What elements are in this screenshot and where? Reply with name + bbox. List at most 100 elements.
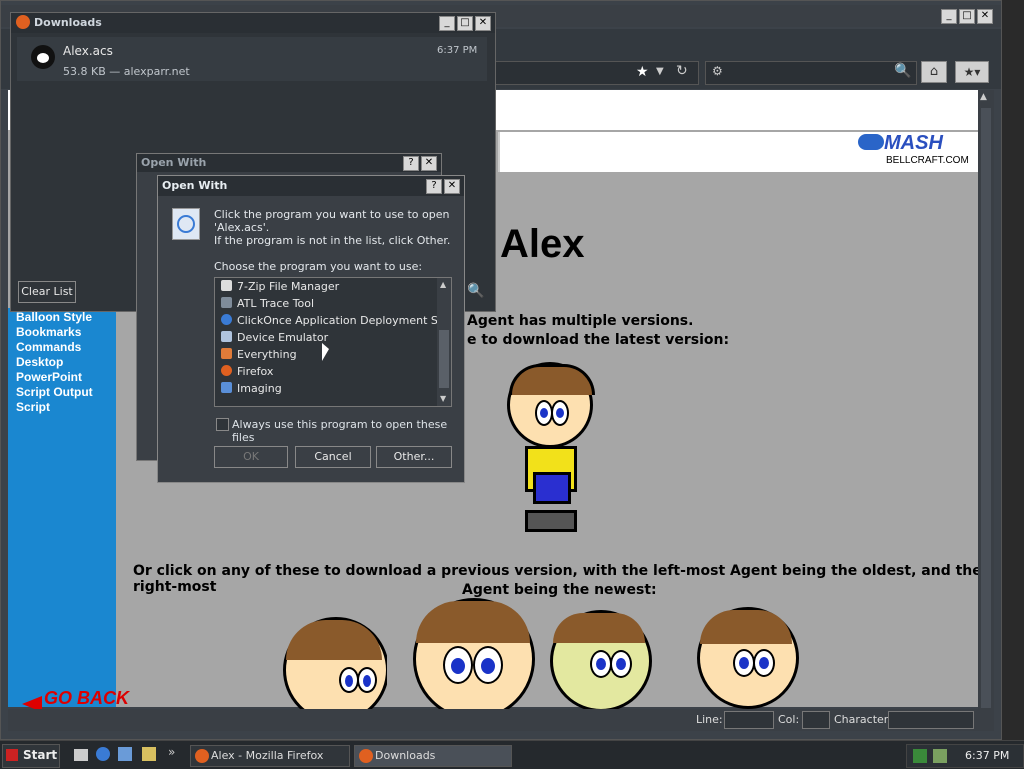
open-with-titlebar: Open With ? ✕: [158, 176, 464, 196]
always-use-label: Always use this program to open these fi…: [232, 418, 448, 444]
close-button[interactable]: ✕: [421, 156, 437, 171]
list-item[interactable]: 7-Zip File Manager: [215, 278, 451, 295]
taskbar-downloads[interactable]: Downloads: [354, 745, 512, 767]
line-value: [724, 711, 774, 729]
agent-version-3[interactable]: [550, 610, 652, 709]
mash-logo-icon: [858, 134, 884, 150]
program-label: Device Emulator: [237, 331, 329, 344]
help-button[interactable]: ?: [403, 156, 419, 171]
agent-eye: [551, 400, 569, 426]
open-with-dialog: Open With ? ✕ Click the program you want…: [157, 175, 465, 483]
page-text-line2: e to download the latest version:: [467, 332, 730, 348]
taskbar-firefox-label: Alex - Mozilla Firefox: [211, 749, 324, 762]
desktop-icon[interactable]: [118, 747, 132, 761]
close-button[interactable]: ✕: [444, 179, 460, 194]
program-list[interactable]: 7-Zip File Manager ATL Trace Tool ClickO…: [214, 277, 452, 407]
tray-icon[interactable]: [913, 749, 927, 763]
agent-version-4[interactable]: [697, 607, 799, 709]
close-button[interactable]: ✕: [475, 16, 491, 31]
always-use-checkbox[interactable]: [216, 418, 229, 431]
previous-versions-text-2: Agent being the newest:: [462, 582, 657, 598]
system-tray: 6:37 PM: [906, 744, 1024, 768]
download-item[interactable]: Alex.acs 53.8 KB — alexparr.net 6:37 PM: [17, 37, 487, 81]
sidebar-item-script[interactable]: Script: [8, 400, 116, 415]
page-text-line1: Agent has multiple versions.: [467, 313, 694, 329]
sidebar-item-balloon-style[interactable]: Balloon Style: [8, 310, 116, 325]
sidebar-item-bookmarks[interactable]: Bookmarks: [8, 325, 116, 340]
cancel-button[interactable]: Cancel: [295, 446, 371, 468]
clock: 6:37 PM: [965, 749, 1010, 762]
scroll-thumb[interactable]: [439, 330, 449, 388]
mash-site: BELLCRAFT.COM: [886, 155, 969, 166]
list-item[interactable]: Device Emulator: [215, 329, 451, 346]
mash-banner: MASH BELLCRAFT.COM: [498, 132, 980, 172]
list-item[interactable]: Everything: [215, 346, 451, 363]
help-button[interactable]: ?: [426, 179, 442, 194]
program-label: Firefox: [237, 365, 274, 378]
taskbar-firefox[interactable]: Alex - Mozilla Firefox: [190, 745, 350, 767]
scroll-down-icon[interactable]: ▼: [440, 394, 446, 403]
list-item[interactable]: Firefox: [215, 363, 451, 380]
other-button[interactable]: Other...: [376, 446, 452, 468]
latest-agent-download[interactable]: [505, 362, 595, 532]
col-value: [802, 711, 830, 729]
agent-version-2[interactable]: [413, 598, 535, 709]
imaging-icon: [221, 382, 232, 393]
reload-icon[interactable]: ↻: [676, 63, 688, 79]
dropdown-arrow-icon[interactable]: ▼: [656, 66, 664, 77]
tray-icon[interactable]: [933, 749, 947, 763]
instruction-line-2: 'Alex.acs'.: [214, 221, 270, 234]
atl-trace-icon: [221, 297, 232, 308]
page-scrollbar[interactable]: ▲: [978, 90, 994, 710]
ok-button[interactable]: OK: [214, 446, 288, 468]
status-bar: Line: Col: Character:: [8, 709, 994, 731]
scroll-up-icon[interactable]: ▲: [980, 92, 987, 102]
home-icon[interactable]: ⌂: [921, 61, 947, 83]
bookmarks-menu-icon[interactable]: ★▾: [955, 61, 989, 83]
character-value: [888, 711, 974, 729]
clickonce-icon: [221, 314, 232, 325]
chevron-right-icon[interactable]: »: [168, 745, 175, 759]
search-engine-icon[interactable]: ⚙: [712, 64, 723, 78]
alex-acs-icon: [31, 45, 55, 69]
sidebar-item-desktop[interactable]: Desktop: [8, 355, 116, 370]
scroll-up-icon[interactable]: ▲: [440, 280, 446, 289]
mash-brand: MASH: [884, 132, 943, 154]
search-icon[interactable]: 🔍: [467, 283, 484, 299]
folder-icon[interactable]: [142, 747, 156, 761]
sidebar-item-powerpoint[interactable]: PowerPoint: [8, 370, 116, 385]
taskbar: Start » Alex - Mozilla Firefox Downloads…: [0, 740, 1024, 769]
downloads-titlebar: Downloads _ □ ✕: [11, 13, 495, 33]
maximize-button[interactable]: □: [457, 16, 473, 31]
list-item[interactable]: Imaging: [215, 380, 451, 397]
start-button[interactable]: Start: [2, 744, 60, 768]
sidebar-item-script-output[interactable]: Script Output: [8, 385, 116, 400]
taskbar-downloads-label: Downloads: [375, 749, 436, 762]
ie-icon[interactable]: [96, 747, 110, 761]
list-scrollbar[interactable]: ▲ ▼: [437, 278, 451, 406]
minimize-button[interactable]: _: [941, 9, 957, 24]
device-emulator-icon: [221, 331, 232, 342]
agent-version-1[interactable]: [283, 617, 387, 709]
list-item[interactable]: ATL Trace Tool: [215, 295, 451, 312]
7zip-icon: [221, 280, 232, 291]
open-with-title: Open With: [162, 179, 228, 192]
bookmark-star-icon[interactable]: ★: [636, 64, 649, 80]
url-bar[interactable]: ★ ▼ ↻: [491, 61, 699, 85]
windows-logo-icon: [6, 749, 18, 761]
search-icon[interactable]: 🔍: [894, 63, 911, 79]
program-label: Imaging: [237, 382, 282, 395]
scroll-thumb[interactable]: [981, 108, 991, 708]
search-bar[interactable]: ⚙ 🔍: [705, 61, 917, 85]
quicklaunch-icon[interactable]: [74, 749, 88, 761]
line-label: Line:: [696, 713, 723, 726]
close-button[interactable]: ✕: [977, 9, 993, 24]
minimize-button[interactable]: _: [439, 16, 455, 31]
sidebar-item-commands[interactable]: Commands: [8, 340, 116, 355]
clear-list-button[interactable]: Clear List: [18, 281, 76, 303]
firefox-icon: [221, 365, 232, 376]
agent-hair: [509, 364, 595, 395]
maximize-button[interactable]: □: [959, 9, 975, 24]
mouse-cursor-icon: [322, 343, 329, 361]
list-item[interactable]: ClickOnce Application Deployment Su...: [215, 312, 451, 329]
